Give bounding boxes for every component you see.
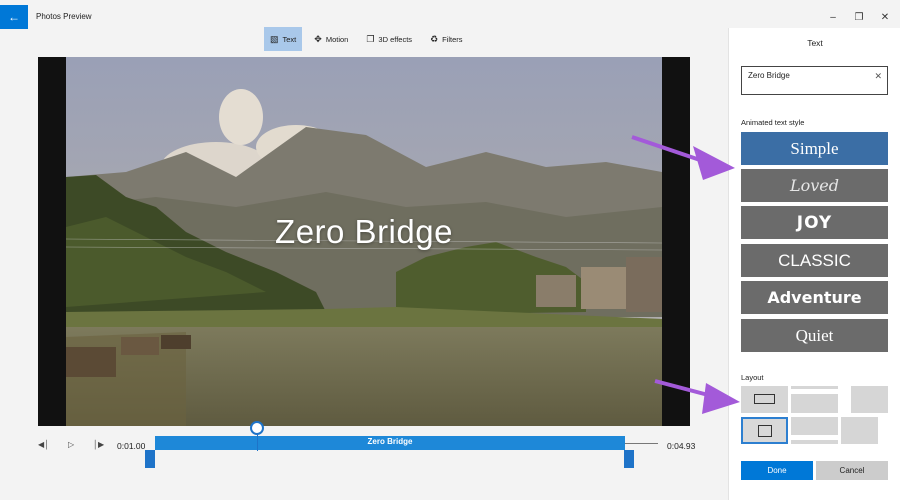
tab-motion[interactable]: ✥ Motion	[308, 27, 354, 51]
overlay-title-text[interactable]: Zero Bridge	[66, 213, 662, 251]
app-title: Photos Preview	[36, 12, 92, 21]
style-classic[interactable]: CLASSIC	[741, 244, 888, 277]
video-preview: Zero Bridge	[38, 57, 690, 426]
layout-top-bar[interactable]	[791, 386, 838, 413]
style-simple[interactable]: Simple	[741, 132, 888, 165]
tab-text[interactable]: ▧ Text	[264, 27, 303, 51]
text-input-box[interactable]: ✕	[741, 66, 888, 95]
layout-center-box[interactable]	[741, 417, 788, 444]
tab-3d-effects[interactable]: ❐ 3D effects	[360, 27, 418, 51]
tab-filters[interactable]: ♻ Filters	[424, 27, 469, 51]
text-duration-track[interactable]: Zero Bridge	[155, 436, 625, 450]
tab-motion-label: Motion	[325, 34, 349, 44]
layout-bottom-bar[interactable]	[791, 417, 838, 444]
clear-text-icon[interactable]: ✕	[874, 71, 882, 82]
style-quiet[interactable]: Quiet	[741, 319, 888, 352]
previous-frame-icon[interactable]: ◀│	[38, 440, 49, 449]
next-frame-icon[interactable]: │▶	[93, 440, 104, 449]
panel-title: Text	[807, 38, 823, 48]
layout-center-bar[interactable]	[741, 386, 788, 413]
done-button[interactable]: Done	[741, 461, 813, 480]
layout-left-bar[interactable]	[841, 386, 888, 413]
back-button[interactable]: ←	[0, 5, 28, 29]
trim-start-handle[interactable]	[145, 450, 155, 468]
cancel-button[interactable]: Cancel	[816, 461, 888, 480]
close-icon[interactable]: ✕	[876, 10, 894, 24]
playhead-handle[interactable]	[250, 421, 264, 435]
track-clip-label: Zero Bridge	[367, 437, 413, 446]
tab-3d-effects-label: 3D effects	[378, 34, 413, 44]
text-panel: Text ✕ Animated text style Simple Loved …	[728, 28, 900, 500]
playhead-line	[257, 433, 258, 451]
text-input[interactable]	[748, 71, 866, 80]
trim-end-handle[interactable]	[624, 450, 634, 468]
filters-icon: ♻	[430, 33, 439, 44]
tab-filters-label: Filters	[442, 34, 463, 44]
photos-window: ← Photos Preview – ❐ ✕ ▧ Text ✥ Motion ❐…	[0, 0, 900, 500]
layout-section-label: Layout	[741, 373, 764, 382]
style-loved[interactable]: Loved	[741, 169, 888, 202]
style-section-label: Animated text style	[741, 118, 805, 127]
3d-effects-icon: ❐	[366, 33, 375, 44]
start-time: 0:01.00	[117, 441, 146, 451]
text-box-icon: ▧	[270, 33, 279, 44]
play-icon[interactable]: ▷	[68, 440, 74, 449]
end-time: 0:04.93	[667, 441, 696, 451]
minimize-icon[interactable]: –	[824, 10, 842, 24]
maximize-icon[interactable]: ❐	[850, 10, 868, 24]
layout-right-bar[interactable]	[841, 417, 888, 444]
timeline-remaining-line	[625, 443, 658, 444]
style-joy[interactable]: JOY	[741, 206, 888, 239]
back-arrow-icon: ←	[8, 10, 20, 24]
editing-toolbar: ▧ Text ✥ Motion ❐ 3D effects ♻ Filters	[264, 27, 469, 51]
motion-icon: ✥	[314, 33, 322, 44]
tab-text-label: Text	[282, 34, 297, 44]
style-adventure[interactable]: Adventure	[741, 281, 888, 314]
